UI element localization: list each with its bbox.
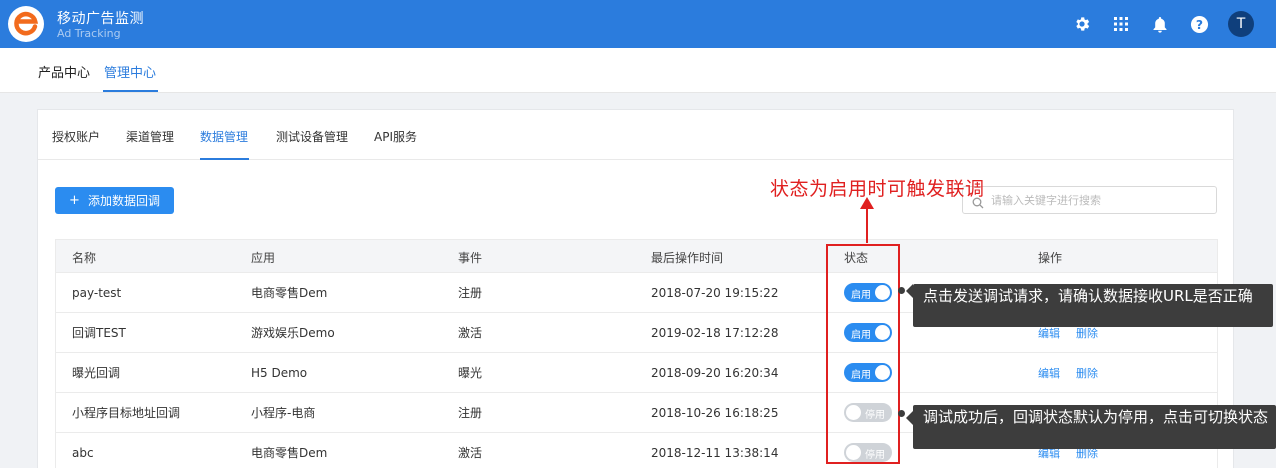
table-row: 曝光回调 H5 Demo 曝光 2018-09-20 16:20:34 启用 编… <box>55 353 1218 393</box>
cell-time: 2019-02-18 17:12:28 <box>651 325 779 340</box>
cell-app: H5 Demo <box>251 365 308 380</box>
top-header: 移动广告监测 Ad Tracking ? T <box>0 0 1276 48</box>
cell-app: 小程序-电商 <box>251 406 316 420</box>
tooltip-pointer-dot <box>898 287 905 294</box>
tab-api-service[interactable]: API服务 <box>374 128 417 145</box>
table-header: 名称 应用 事件 最后操作时间 状态 操作 <box>55 239 1218 273</box>
cell-time: 2018-07-20 19:15:22 <box>651 285 779 300</box>
delete-link[interactable]: 删除 <box>1076 365 1098 381</box>
svg-text:?: ? <box>1195 17 1202 31</box>
tooltip-debug-request-text: 点击发送调试请求，请确认数据接收URL是否正确 <box>923 287 1253 305</box>
cell-time: 2018-12-11 13:38:14 <box>651 445 779 460</box>
tooltip-debug-request: 点击发送调试请求，请确认数据接收URL是否正确 <box>906 284 1273 327</box>
app-logo[interactable] <box>8 6 44 42</box>
search-input[interactable] <box>991 191 1211 209</box>
annotation-title: 状态为启用时可触发联调 <box>770 178 985 200</box>
nav-item-product-center[interactable]: 产品中心 <box>38 62 90 81</box>
plus-icon: + <box>69 193 80 208</box>
tooltip-debug-success: 调试成功后，回调状态默认为停用，点击可切换状态 <box>906 405 1276 449</box>
nav-active-indicator <box>103 90 158 92</box>
cell-event: 曝光 <box>458 366 483 380</box>
tab-channel-management[interactable]: 渠道管理 <box>126 128 174 145</box>
cell-app: 电商零售Dem <box>251 446 328 460</box>
cell-name: 小程序目标地址回调 <box>72 406 181 420</box>
header-toolbar: ? T <box>1070 10 1254 38</box>
cell-name: 回调TEST <box>72 326 126 340</box>
cell-name: pay-test <box>72 285 122 300</box>
cell-event: 注册 <box>458 286 483 300</box>
cell-app: 游戏娱乐Demo <box>251 326 335 340</box>
gear-icon[interactable] <box>1070 12 1094 36</box>
apps-grid-icon[interactable] <box>1109 12 1133 36</box>
column-header-name: 名称 <box>72 250 97 265</box>
tab-active-indicator <box>200 158 249 160</box>
tab-authorized-accounts[interactable]: 授权账户 <box>52 128 100 145</box>
bell-icon[interactable] <box>1148 12 1172 36</box>
column-header-app: 应用 <box>251 250 276 265</box>
tooltip-caret <box>906 411 913 425</box>
app-title: 移动广告监测 <box>57 11 144 27</box>
column-header-last-operation-time: 最后操作时间 <box>651 250 724 265</box>
cell-app: 电商零售Dem <box>251 286 328 300</box>
add-data-callback-button[interactable]: + 添加数据回调 <box>55 187 174 214</box>
tab-data-management[interactable]: 数据管理 <box>200 128 248 145</box>
cell-event: 激活 <box>458 446 483 460</box>
add-data-callback-label: 添加数据回调 <box>87 194 160 208</box>
column-header-event: 事件 <box>458 250 483 265</box>
user-avatar[interactable]: T <box>1228 11 1254 37</box>
cell-name: abc <box>72 445 94 460</box>
tooltip-caret <box>906 284 913 298</box>
main-nav: 产品中心 管理中心 <box>0 48 1276 93</box>
search-box[interactable] <box>962 186 1217 214</box>
edit-link[interactable]: 编辑 <box>1038 365 1060 381</box>
cell-time: 2018-10-26 16:18:25 <box>651 405 779 420</box>
tooltip-pointer-dot <box>898 410 905 417</box>
tab-bar: 授权账户 渠道管理 数据管理 测试设备管理 API服务 <box>38 110 1233 160</box>
cell-event: 注册 <box>458 406 483 420</box>
tooltip-debug-success-text: 调试成功后，回调状态默认为停用，点击可切换状态 <box>923 408 1269 426</box>
cell-name: 曝光回调 <box>72 366 121 380</box>
nav-item-management-center[interactable]: 管理中心 <box>104 62 156 81</box>
help-icon[interactable]: ? <box>1187 12 1211 36</box>
tab-test-device-management[interactable]: 测试设备管理 <box>276 128 348 145</box>
status-column-highlight <box>826 244 900 464</box>
cell-time: 2018-09-20 16:20:34 <box>651 365 779 380</box>
arrow-up-icon <box>860 197 874 243</box>
app-subtitle: Ad Tracking <box>57 27 121 40</box>
cell-event: 激活 <box>458 326 483 340</box>
column-header-actions: 操作 <box>1038 250 1063 265</box>
cell-actions: 编辑 删除 <box>1038 353 1098 392</box>
